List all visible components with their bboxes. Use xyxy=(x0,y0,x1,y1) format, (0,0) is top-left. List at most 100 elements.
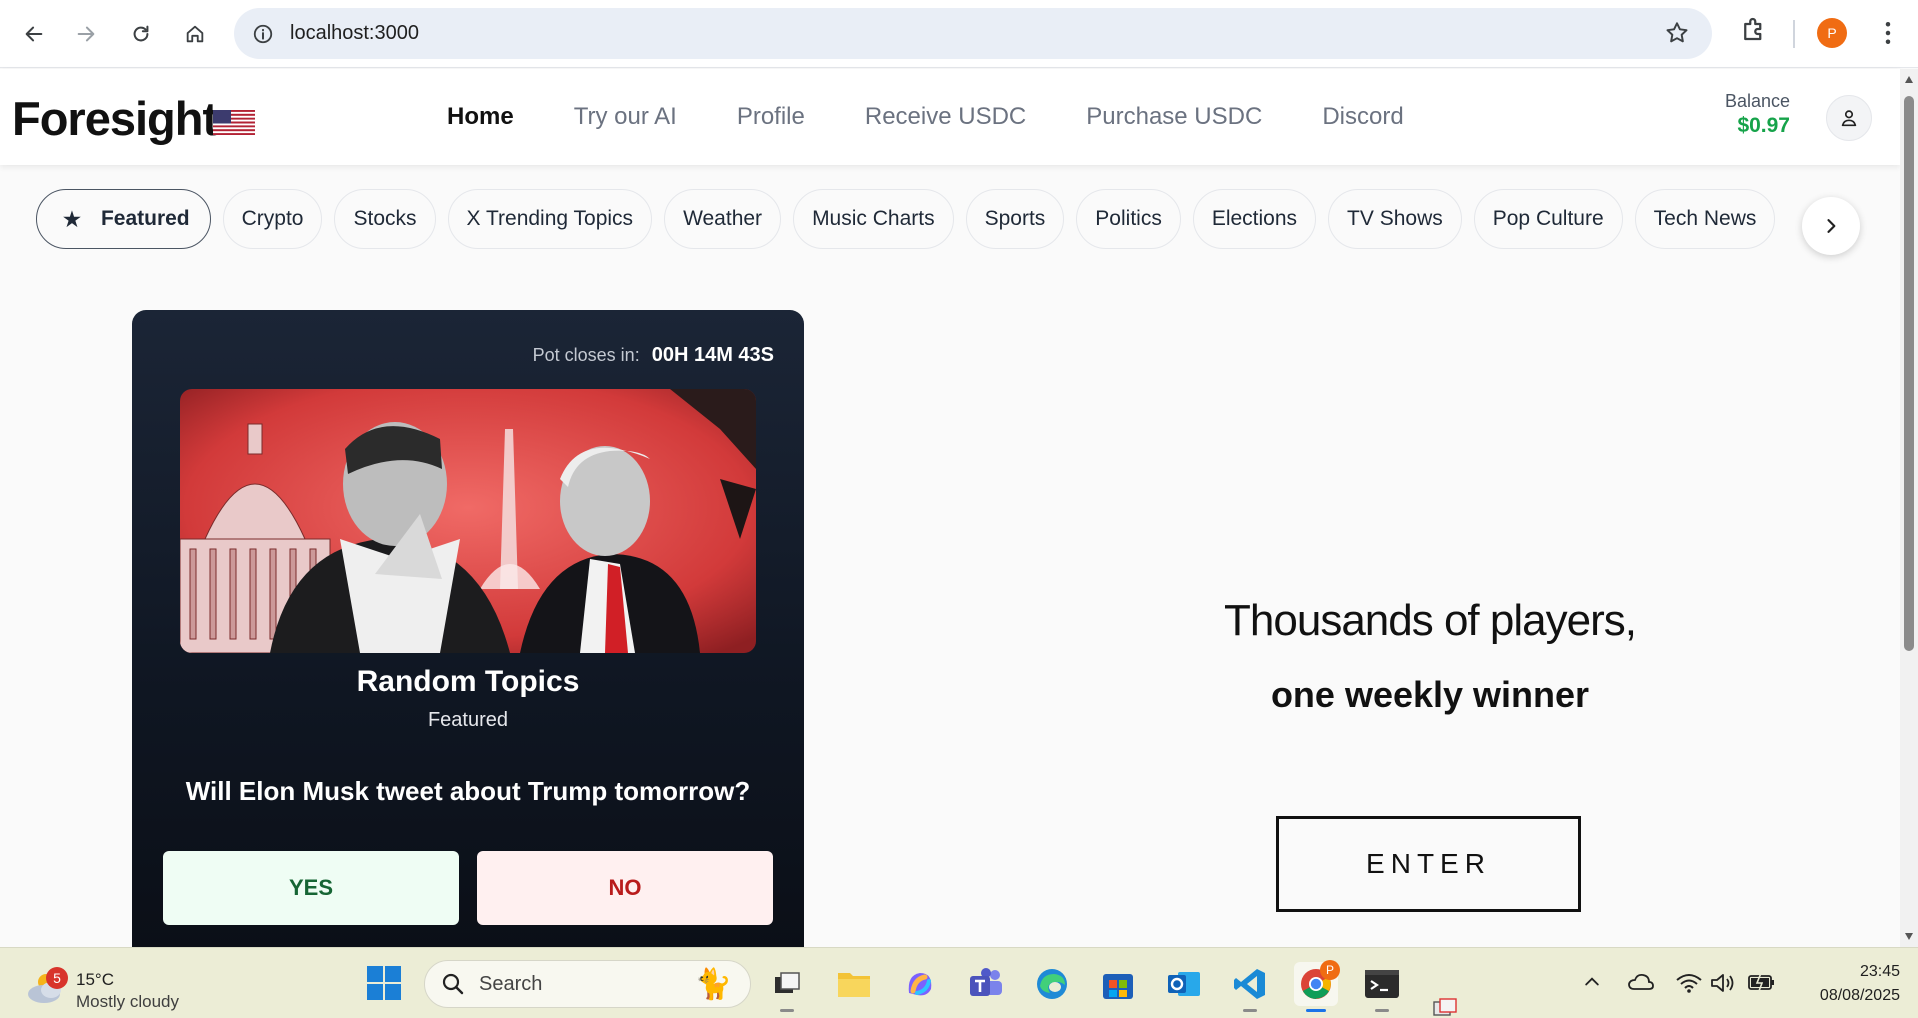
battery-charging-icon xyxy=(1748,972,1774,992)
browser-toolbar: localhost:3000 P xyxy=(0,0,1918,68)
taskbar-task-view[interactable] xyxy=(765,962,809,1012)
chip-music-charts[interactable]: Music Charts xyxy=(793,189,954,249)
app-active-indicator xyxy=(1306,1009,1326,1012)
taskbar-search[interactable]: Search 🐈 xyxy=(424,960,751,1008)
chip-elections[interactable]: Elections xyxy=(1192,189,1317,249)
chip-featured[interactable]: ★ Featured xyxy=(36,189,211,249)
wifi-icon xyxy=(1676,974,1702,993)
kebab-menu-icon xyxy=(1885,22,1891,44)
tray-volume[interactable] xyxy=(1710,972,1736,994)
app-grid-icon xyxy=(1433,998,1457,1016)
scroll-down-arrow-icon[interactable] xyxy=(1904,931,1914,941)
hero-subheadline: one weekly winner xyxy=(1270,674,1590,715)
chip-politics[interactable]: Politics xyxy=(1076,189,1181,249)
weather-desc: Mostly cloudy xyxy=(76,992,179,1011)
home-button[interactable] xyxy=(175,14,215,54)
url-text[interactable]: localhost:3000 xyxy=(290,22,419,45)
tray-onedrive[interactable] xyxy=(1628,972,1654,992)
puzzle-icon xyxy=(1744,17,1762,41)
store-icon xyxy=(1103,974,1133,999)
site-info-icon[interactable] xyxy=(252,23,274,45)
star-icon: ★ xyxy=(63,208,81,231)
chrome-profile-badge: P xyxy=(1320,960,1340,980)
nav-home[interactable]: Home xyxy=(447,103,514,131)
account-button[interactable] xyxy=(1826,95,1872,141)
market-title: Random Topics xyxy=(356,665,580,698)
pot-time: 00H 14M 43S xyxy=(651,344,774,366)
scroll-up-arrow-icon[interactable] xyxy=(1904,75,1914,85)
market-subtitle: Featured xyxy=(427,709,509,731)
app-header: Foresight Home Try our AI Profile Receiv… xyxy=(0,69,1900,165)
chip-pop-culture[interactable]: Pop Culture xyxy=(1473,189,1623,249)
chip-sports[interactable]: Sports xyxy=(965,189,1065,249)
teams-icon xyxy=(970,968,1002,996)
weather-widget[interactable]: 5 15°C Mostly cloudy xyxy=(24,958,204,1011)
chip-crypto[interactable]: Crypto xyxy=(222,189,323,249)
taskbar-chrome[interactable]: P xyxy=(1294,960,1340,1012)
taskbar-file-explorer[interactable] xyxy=(832,962,876,1006)
forward-button[interactable] xyxy=(66,14,106,54)
market-image xyxy=(180,389,756,653)
taskbar-store[interactable] xyxy=(1096,962,1140,1006)
taskbar-teams[interactable] xyxy=(964,962,1008,1006)
windows-taskbar: 5 15°C Mostly cloudy Search 🐈 P 23:45 08… xyxy=(0,947,1918,1018)
nav-profile[interactable]: Profile xyxy=(737,103,805,131)
tray-battery[interactable] xyxy=(1748,972,1776,992)
enter-button[interactable]: ENTER xyxy=(1276,816,1581,912)
copilot-icon xyxy=(908,973,932,996)
nav-try-ai[interactable]: Try our AI xyxy=(574,103,677,131)
tray-wifi[interactable] xyxy=(1676,972,1702,994)
site-logo[interactable]: Foresight xyxy=(12,91,218,146)
task-view-icon xyxy=(775,972,800,993)
taskbar-edge[interactable] xyxy=(1030,962,1074,1006)
clock-time: 23:45 xyxy=(1859,963,1900,980)
yes-button[interactable]: YES xyxy=(163,851,459,925)
app-running-indicator xyxy=(1375,1009,1389,1012)
nav-discord[interactable]: Discord xyxy=(1322,103,1403,131)
pot-countdown: Pot closes in: 00H 14M 43S xyxy=(533,344,774,367)
categories-next-button[interactable] xyxy=(1802,197,1860,255)
taskbar-terminal[interactable] xyxy=(1360,962,1404,1012)
pot-label: Pot closes in: xyxy=(532,345,640,365)
profile-avatar[interactable]: P xyxy=(1817,18,1847,48)
outlook-icon xyxy=(1168,972,1200,996)
back-button[interactable] xyxy=(14,14,54,54)
reload-button[interactable] xyxy=(121,14,161,54)
arrow-left-icon xyxy=(25,26,43,42)
reload-icon xyxy=(133,25,149,42)
balance-label: Balance xyxy=(1724,91,1790,111)
scrollbar-thumb[interactable] xyxy=(1904,96,1914,651)
extensions-button[interactable] xyxy=(1739,14,1769,44)
start-button[interactable] xyxy=(366,965,402,1001)
chevron-up-icon xyxy=(1585,977,1599,986)
chrome-menu-button[interactable] xyxy=(1873,18,1903,48)
nav-purchase-usdc[interactable]: Purchase USDC xyxy=(1086,103,1262,131)
address-bar[interactable]: localhost:3000 xyxy=(234,8,1712,59)
us-flag-icon xyxy=(213,110,255,135)
taskbar-outlook[interactable] xyxy=(1162,962,1206,1006)
terminal-icon xyxy=(1365,970,1399,998)
taskbar-copilot[interactable] xyxy=(898,962,942,1006)
edge-icon xyxy=(1037,969,1067,999)
tray-overflow-button[interactable] xyxy=(1582,972,1602,992)
bookmark-button[interactable] xyxy=(1664,20,1690,46)
main-nav: Home Try our AI Profile Receive USDC Pur… xyxy=(447,103,1464,131)
no-button[interactable]: NO xyxy=(477,851,773,925)
chip-tech-news[interactable]: Tech News xyxy=(1634,189,1776,249)
taskbar-overflow-app[interactable] xyxy=(1432,998,1462,1018)
page-scrollbar[interactable] xyxy=(1900,69,1918,947)
taskbar-vscode[interactable] xyxy=(1228,962,1272,1012)
chip-label: Featured xyxy=(100,207,190,230)
star-icon xyxy=(1666,22,1688,43)
balance: Balance $0.97 xyxy=(1700,91,1790,138)
vscode-icon xyxy=(1234,969,1265,999)
chevron-right-icon xyxy=(1827,219,1836,233)
weather-badge: 5 xyxy=(46,967,68,989)
chip-weather[interactable]: Weather xyxy=(664,189,782,249)
cloud-icon xyxy=(1628,973,1654,990)
system-clock[interactable]: 23:45 08/08/2025 xyxy=(1790,960,1900,1008)
chip-x-trending[interactable]: X Trending Topics xyxy=(447,189,653,249)
chip-tv-shows[interactable]: TV Shows xyxy=(1328,189,1462,249)
chip-stocks[interactable]: Stocks xyxy=(334,189,436,249)
nav-receive-usdc[interactable]: Receive USDC xyxy=(865,103,1026,131)
